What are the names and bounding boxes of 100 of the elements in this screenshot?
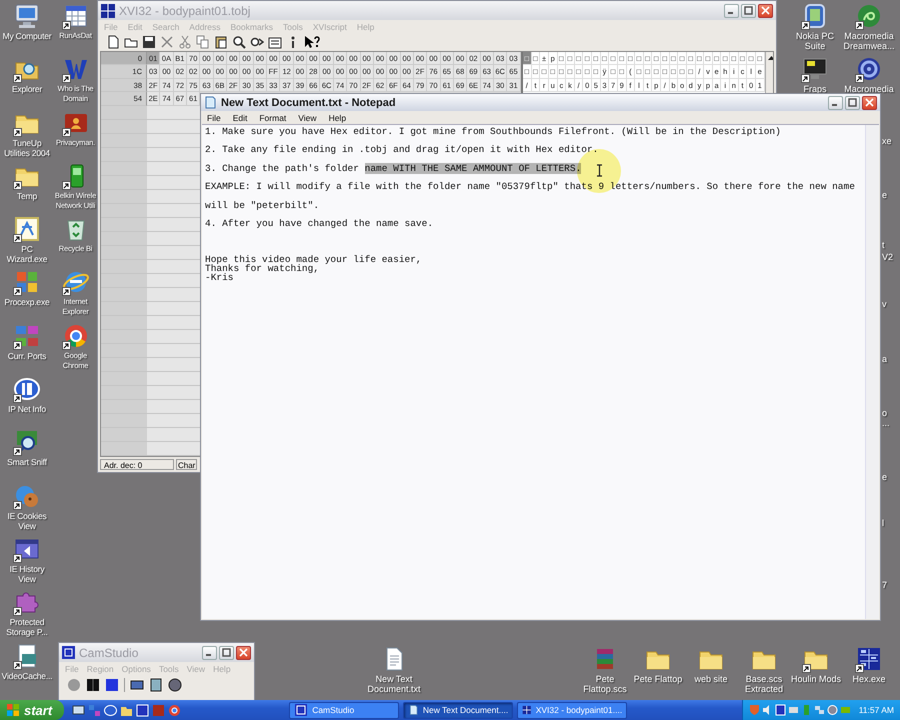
maximize-icon — [744, 6, 753, 15]
icon-label[interactable]: Fraps — [803, 84, 826, 94]
icon-label[interactable]: Macromedia — [844, 84, 894, 94]
region-icon[interactable] — [130, 678, 144, 692]
icon-label[interactable]: Procexp.exe — [4, 297, 50, 308]
icon-label[interactable]: Pete Flattop — [634, 674, 682, 684]
icon-label: t — [882, 240, 885, 250]
icon-label[interactable]: Macromedia Dreamwea... — [841, 31, 897, 51]
maximize-button[interactable] — [845, 96, 860, 110]
menu-item[interactable]: File — [207, 112, 221, 122]
app-icon — [522, 703, 532, 717]
desktop-icon[interactable] — [72, 704, 86, 716]
shortcut-arrow-icon — [62, 128, 70, 137]
desktop-icon-graphic[interactable] — [855, 645, 883, 673]
icon-label[interactable]: VideoCache... — [2, 670, 52, 681]
text-line: -Kris — [205, 273, 235, 283]
text-line: EXAMPLE: I will modify a file with the folder name "05379fltp" thats 9 letters/numbers. So there fore the new name — [205, 182, 856, 192]
oval-logo-icon[interactable] — [104, 704, 118, 716]
shortcut-arrow-icon — [62, 340, 70, 350]
clock: 11:57 AM — [858, 705, 894, 715]
close-icon — [865, 98, 874, 107]
icon-label[interactable]: IE History View — [0, 564, 54, 584]
maximize-icon — [222, 648, 231, 657]
text-line: Thanks for watching, — [205, 264, 320, 274]
icon-label: l — [882, 518, 884, 528]
flag-icon — [6, 703, 20, 717]
start-button[interactable]: start — [0, 700, 64, 720]
taskbar-button[interactable]: XVI32 - bodypaint01.... — [517, 702, 628, 718]
icon-label[interactable]: IP Net Info — [8, 404, 46, 414]
text-line: Hope this video made your life easier, — [205, 255, 423, 264]
notepad-icon — [204, 96, 217, 109]
icon-label[interactable]: Hex.exe — [852, 674, 886, 684]
text-line: 3. Change the path's folder name WITH THE SAME AMMOUNT OF LETTERS. — [205, 164, 582, 173]
shortcut-arrow-icon — [855, 74, 864, 84]
icon-label[interactable]: New Text Document.txt — [365, 674, 423, 694]
icon-label[interactable]: Pete Flattop.scs — [576, 674, 634, 694]
save-icon[interactable] — [142, 35, 156, 49]
scissors-icon[interactable] — [178, 35, 192, 49]
taskbar-button[interactable]: CamStudio — [289, 702, 400, 718]
app-tile-icon[interactable] — [152, 704, 166, 716]
menu-item[interactable]: Help — [328, 112, 346, 122]
computer-icon — [13, 2, 41, 30]
desktop-icon-graphic[interactable] — [13, 375, 41, 404]
paste-icon[interactable] — [214, 35, 228, 49]
shortcut-arrow-icon — [13, 394, 22, 404]
icon-label: ... — [882, 418, 890, 428]
window-icon[interactable] — [136, 704, 150, 716]
icon-label: V2 — [882, 252, 894, 262]
icon-label[interactable]: Houlin Mods — [790, 674, 842, 684]
window-icon[interactable] — [774, 704, 786, 716]
pause-icon[interactable] — [86, 678, 100, 692]
search-icon[interactable] — [232, 35, 246, 49]
icon-label[interactable]: IE Cookies View — [0, 510, 54, 531]
shortcut-arrow-icon — [13, 607, 22, 616]
desktop-icon-graphic[interactable] — [855, 55, 883, 84]
window-title: New Text Document.txt - Notepad — [221, 96, 397, 108]
menu-item[interactable]: Format — [259, 112, 286, 122]
icon-label[interactable]: Explorer — [12, 84, 42, 94]
text-line: 2. Take any file ending in .tobj and drag it/open it with Hex editor. — [205, 145, 600, 155]
menu-item[interactable]: Edit — [232, 112, 248, 122]
minimize-button[interactable] — [828, 96, 843, 110]
find-next-icon[interactable] — [250, 35, 264, 49]
icon-label[interactable]: PC Wizard.exe — [0, 244, 54, 264]
shortcut-arrow-icon — [62, 74, 70, 84]
app-icon — [294, 703, 308, 717]
text-line: 4. After you have changed the name save. — [205, 218, 434, 228]
icon-label[interactable]: Curr. Ports — [8, 350, 46, 361]
stop-icon[interactable] — [105, 678, 119, 692]
menu-item[interactable]: View — [298, 112, 317, 122]
help-pointer-icon[interactable] — [304, 35, 320, 49]
icon-label[interactable]: My Computer — [2, 31, 52, 41]
shortcut-arrow-icon — [13, 234, 22, 244]
shortcut-arrow-icon — [13, 554, 22, 563]
new-file-icon[interactable] — [106, 35, 120, 49]
star-picture-icon — [13, 215, 41, 244]
shortcut-arrow-icon — [13, 180, 22, 190]
desktop-icon-graphic[interactable] — [13, 215, 41, 244]
icon-label[interactable]: Protected Storage P... — [0, 617, 54, 638]
network-icon[interactable] — [814, 704, 825, 716]
close-button[interactable] — [862, 96, 877, 110]
icon-label[interactable]: TuneUp Utilities 2004 — [0, 138, 54, 158]
hex-grid-icon — [855, 645, 883, 673]
text-line: 1. Make sure you have Hex editor. I got mine from Southbounds Filefront. (Will be in the Description) — [205, 127, 782, 136]
icon-label[interactable]: Nokia PC Suite — [789, 31, 841, 51]
icon-label[interactable]: web site — [694, 674, 728, 684]
icon-label: xe — [882, 136, 892, 146]
ring-icon[interactable] — [168, 704, 182, 716]
desktop-icon-graphic[interactable] — [855, 2, 883, 30]
shortcut-arrow-icon — [855, 21, 864, 30]
disc-icon[interactable] — [168, 678, 182, 692]
taskbar-button[interactable]: New Text Document.... — [403, 702, 514, 718]
icon-label[interactable]: Temp — [17, 190, 37, 201]
properties-icon[interactable] — [268, 35, 282, 49]
icon-label[interactable]: Base.scs Extracted — [735, 674, 793, 694]
film-icon[interactable] — [149, 678, 163, 692]
text-line: will be "peterbilt". — [205, 200, 320, 210]
shortcut-arrow-icon — [62, 180, 70, 190]
icon-label[interactable]: Smart Sniff — [7, 457, 47, 468]
shortcut-arrow-icon — [13, 500, 22, 510]
shortcut-arrow-icon — [801, 74, 810, 84]
